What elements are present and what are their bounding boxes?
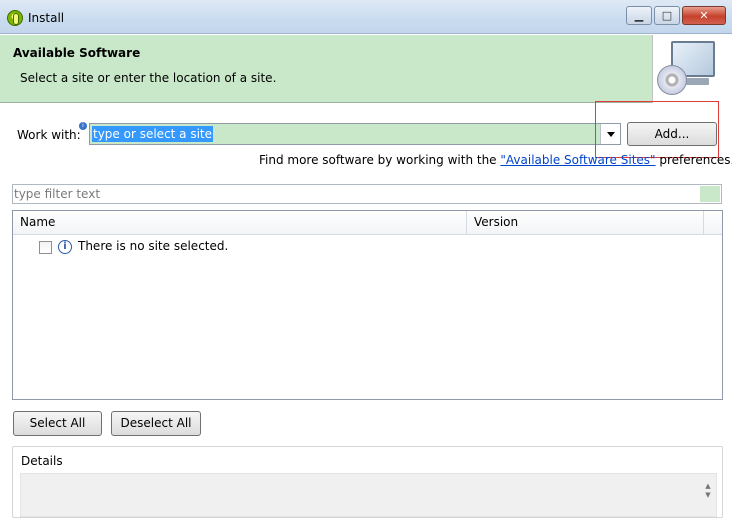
find-more-software-text: Find more software by working with the "…: [259, 153, 732, 167]
filter-box[interactable]: [12, 184, 722, 204]
title-bar: Install ▁ □ ✕: [0, 0, 732, 34]
filter-input[interactable]: [14, 186, 694, 202]
minimize-button[interactable]: ▁: [626, 6, 652, 25]
find-more-suffix: preferences.: [655, 153, 732, 167]
filter-clear-icon[interactable]: [700, 186, 720, 202]
details-group: Details ▲ ▼: [12, 446, 723, 518]
find-more-prefix: Find more software by working with the: [259, 153, 501, 167]
info-icon: i: [58, 240, 72, 254]
details-scrollbar[interactable]: ▲ ▼: [702, 482, 714, 512]
select-all-button[interactable]: Select All: [13, 411, 102, 436]
maximize-button[interactable]: □: [654, 6, 680, 25]
cd-icon: [657, 65, 687, 95]
banner-title: Available Software: [13, 46, 141, 60]
column-header-version[interactable]: Version: [467, 211, 704, 234]
chevron-down-icon[interactable]: [600, 124, 620, 144]
banner-description: Select a site or enter the location of a…: [20, 71, 277, 85]
column-header-name[interactable]: Name: [13, 211, 467, 234]
monitor-cd-icon: [652, 35, 732, 103]
eclipse-app-icon: [7, 10, 23, 26]
row-label: There is no site selected.: [78, 239, 229, 253]
info-decoration-icon: i: [79, 122, 87, 130]
software-table[interactable]: Name Version i There is no site selected…: [12, 210, 723, 400]
work-with-selected-text[interactable]: type or select a site: [92, 126, 214, 142]
close-button[interactable]: ✕: [682, 6, 726, 25]
add-site-button[interactable]: Add...: [627, 122, 717, 146]
deselect-all-button[interactable]: Deselect All: [111, 411, 201, 436]
row-checkbox[interactable]: [39, 241, 52, 254]
window-title: Install: [28, 11, 65, 25]
available-software-sites-link[interactable]: "Available Software Sites": [500, 153, 655, 167]
header-banner: Available Software Select a site or ente…: [0, 35, 732, 103]
work-with-label: Work with:: [17, 128, 81, 142]
table-header: Name Version: [13, 211, 722, 235]
details-text-area[interactable]: ▲ ▼: [20, 473, 717, 517]
work-with-combo[interactable]: type or select a site: [89, 123, 621, 145]
details-label: Details: [21, 454, 63, 468]
